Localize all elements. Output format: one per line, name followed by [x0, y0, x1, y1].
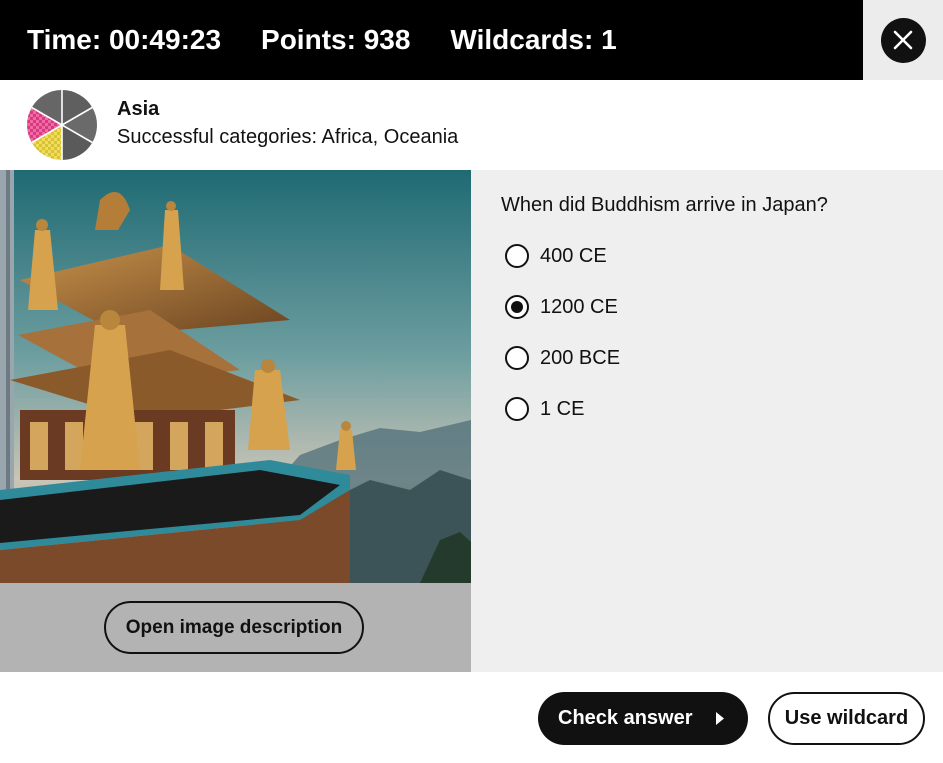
question-text: When did Buddhism arrive in Japan?: [501, 194, 828, 216]
category-wheel-icon: [27, 90, 97, 160]
top-bar: Time: 00:49:23 Points: 938 Wildcards: 1: [0, 0, 863, 80]
answer-option[interactable]: 200 BCE: [505, 343, 620, 373]
timer: Time: 00:49:23: [27, 24, 222, 55]
answer-label: 200 BCE: [540, 346, 621, 369]
points: Points: 938: [261, 24, 411, 55]
question-panel: When did Buddhism arrive in Japan? 400 C…: [471, 170, 943, 672]
check-answer-button[interactable]: Check answer: [538, 692, 748, 745]
answer-label: 400 CE: [540, 244, 607, 267]
answer-option[interactable]: 1 CE: [505, 394, 584, 424]
radio-button[interactable]: [505, 397, 529, 421]
radio-button[interactable]: [505, 346, 529, 370]
close-icon: [893, 30, 913, 50]
close-button[interactable]: [880, 17, 926, 63]
play-arrow-icon: [716, 712, 724, 725]
category-header: Asia Successful categories: Africa, Ocea…: [0, 80, 943, 170]
wildcards-count: Wildcards: 1: [450, 24, 617, 55]
answer-label: 1200 CE: [540, 295, 618, 318]
radio-button-selected[interactable]: [505, 295, 529, 319]
radio-button[interactable]: [505, 244, 529, 268]
answer-option[interactable]: 400 CE: [505, 241, 607, 271]
answer-label: 1 CE: [540, 397, 585, 420]
check-answer-label: Check answer: [558, 707, 693, 729]
radio-selected-dot: [511, 301, 523, 313]
image-panel: Open image description: [0, 170, 471, 672]
question-image: [0, 170, 471, 583]
close-area: [863, 0, 943, 80]
successful-categories: Successful categories: Africa, Oceania: [117, 126, 459, 148]
open-image-description-button[interactable]: Open image description: [104, 601, 364, 654]
answer-option[interactable]: 1200 CE: [505, 292, 618, 322]
category-name: Asia: [117, 98, 160, 120]
use-wildcard-button[interactable]: Use wildcard: [768, 692, 925, 745]
